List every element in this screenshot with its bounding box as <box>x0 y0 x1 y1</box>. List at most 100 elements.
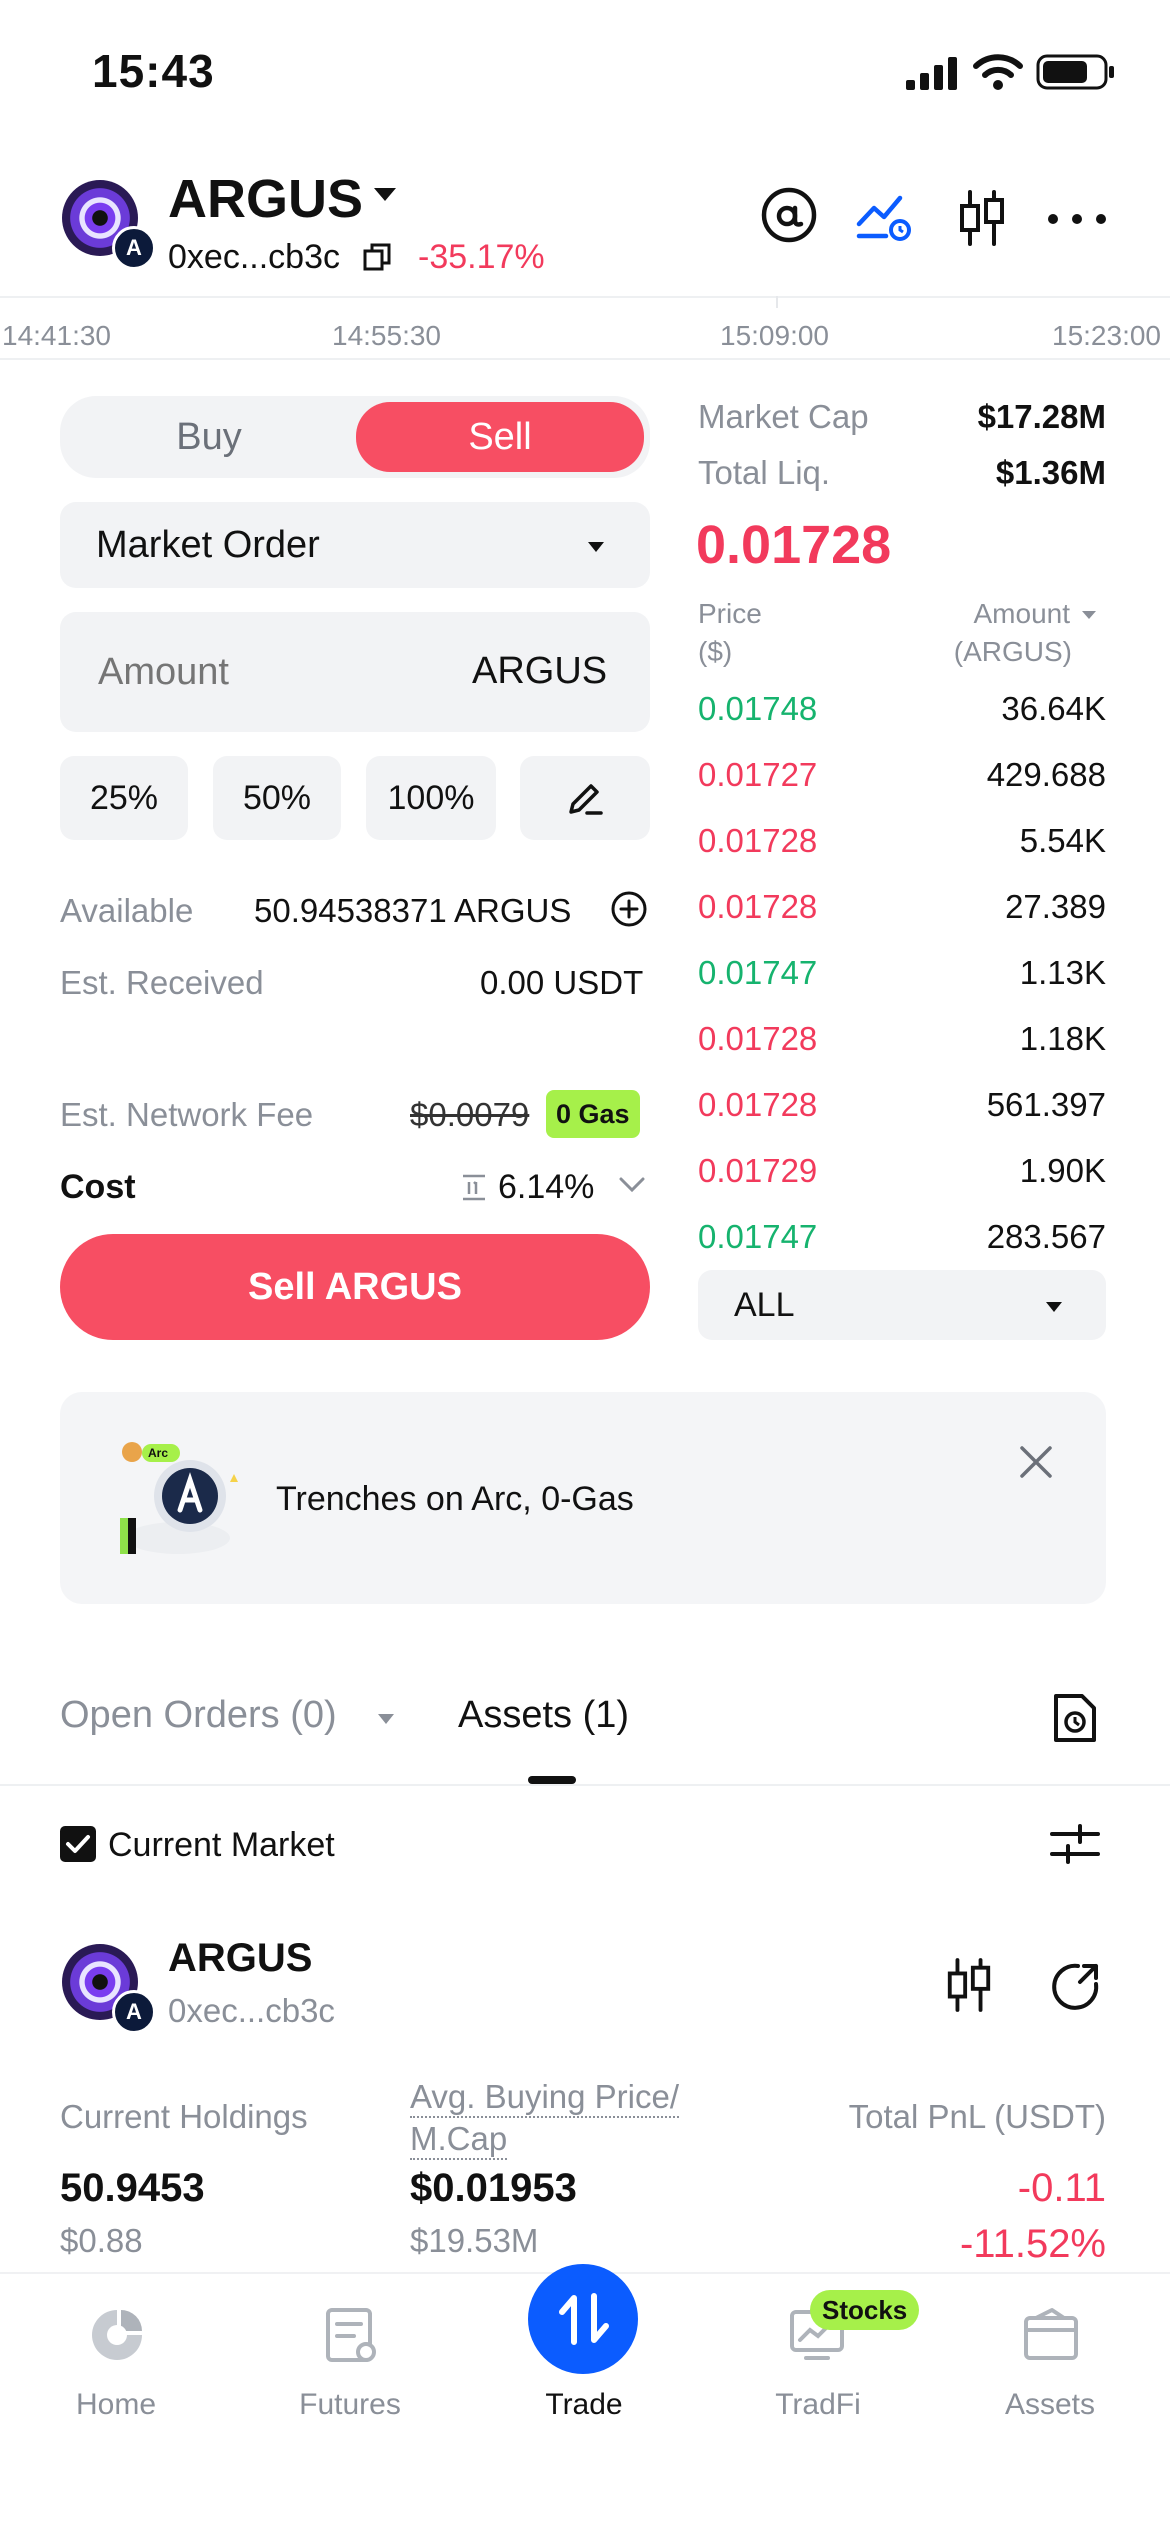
axis-time-1: 14:41:30 <box>2 320 111 351</box>
pnl-pct: -11.52% <box>959 2222 1106 2266</box>
avg-mcap-label[interactable]: M.Cap <box>410 2120 508 2160</box>
filter-settings-icon[interactable] <box>1050 1822 1100 1871</box>
nav-futures[interactable]: Futures <box>270 2298 430 2438</box>
order-book-price[interactable]: 0.01728 <box>698 822 817 860</box>
order-book-price[interactable]: 0.01729 <box>698 1152 817 1190</box>
buy-tab[interactable]: Buy <box>60 396 358 478</box>
amount-input[interactable] <box>96 640 420 704</box>
amount-unit: ARGUS <box>472 650 608 692</box>
order-book-amount: 5.54K <box>1019 822 1106 859</box>
current-market-checkbox[interactable] <box>60 1826 96 1862</box>
total-liq-label: Total Liq. <box>698 454 831 491</box>
order-book-price[interactable]: 0.01747 <box>698 1218 817 1256</box>
battery-icon <box>1036 54 1116 95</box>
token-dropdown-icon[interactable] <box>372 186 398 209</box>
edit-icon <box>569 784 603 815</box>
more-icon[interactable] <box>1046 212 1108 231</box>
amount-header[interactable]: Amount <box>974 598 1071 630</box>
price-change: -35.17% <box>418 238 545 276</box>
market-cap-label: Market Cap <box>698 398 869 435</box>
fee-label: Est. Network Fee <box>60 1096 314 1133</box>
copy-icon[interactable] <box>362 242 392 277</box>
trade-swap-icon <box>559 2293 609 2345</box>
avg-price-label[interactable]: Avg. Buying Price/ <box>410 2078 680 2118</box>
cost-value: 6.14% <box>498 1168 595 1206</box>
assets-wallet-icon <box>1024 2308 1078 2360</box>
promo-illustration <box>118 1438 248 1562</box>
home-icon <box>92 2310 142 2360</box>
order-type-label: Market Order <box>96 524 320 566</box>
asset-address: 0xec...cb3c <box>168 1992 335 2029</box>
holdings-label: Current Holdings <box>60 2098 308 2135</box>
current-price: 0.01728 <box>696 515 892 575</box>
chart-strip <box>0 296 1170 360</box>
chart-line-top <box>776 296 778 308</box>
total-liq-value: $1.36M <box>995 454 1106 491</box>
pct-50-button[interactable]: 50% <box>213 756 341 840</box>
amount-unit-header: (ARGUS) <box>953 636 1072 667</box>
close-banner-icon[interactable] <box>1016 1442 1056 1487</box>
order-book-price[interactable]: 0.01728 <box>698 1020 817 1058</box>
candlestick-icon[interactable] <box>956 188 1008 253</box>
avg-price-value: $0.01953 <box>410 2166 577 2210</box>
share-icon[interactable] <box>1050 1960 1102 2017</box>
promo-text: Trenches on Arc, 0-Gas <box>276 1480 634 1518</box>
order-book-amount: 429.688 <box>986 756 1106 793</box>
nav-home-label: Home <box>75 2388 157 2421</box>
axis-time-2: 14:55:30 <box>332 320 441 351</box>
token-address: 0xec...cb3c <box>168 238 340 276</box>
order-book-amount: 283.567 <box>986 1218 1106 1255</box>
sell-argus-button[interactable]: Sell ARGUS <box>60 1234 650 1340</box>
asset-name[interactable]: ARGUS <box>168 1936 312 1981</box>
price-unit-header: ($) <box>698 636 733 667</box>
chain-badge-icon: A <box>112 226 156 270</box>
nav-assets-label: Assets <box>1004 2388 1096 2421</box>
cost-label: Cost <box>60 1168 136 1206</box>
fee-value: $0.0079 <box>410 1096 530 1133</box>
order-book-amount: 1.90K <box>1019 1152 1106 1189</box>
order-history-icon[interactable] <box>1052 1692 1098 1749</box>
pct-25-button[interactable]: 25% <box>60 756 188 840</box>
pct-100-button[interactable]: 100% <box>366 756 496 840</box>
current-market-label: Current Market <box>108 1826 335 1864</box>
cost-expand-icon[interactable] <box>618 1176 646 1199</box>
add-funds-icon[interactable] <box>610 890 648 933</box>
token-avatar: A <box>62 180 156 270</box>
order-book-price[interactable]: 0.01747 <box>698 954 817 992</box>
tabs-divider <box>0 1784 1170 1786</box>
mention-icon[interactable] <box>760 186 818 249</box>
stocks-badge: Stocks <box>810 2290 920 2330</box>
wifi-icon <box>972 52 1024 97</box>
edit-pct-button[interactable] <box>520 756 650 840</box>
nav-assets[interactable]: Assets <box>970 2298 1130 2438</box>
price-alert-icon[interactable] <box>856 190 914 247</box>
order-book-price[interactable]: 0.01728 <box>698 1086 817 1124</box>
order-book-price[interactable]: 0.01727 <box>698 756 817 794</box>
order-book-filter-caret-icon <box>1044 1300 1064 1319</box>
axis-time-3: 15:09:00 <box>720 320 829 351</box>
available-label: Available <box>60 892 194 929</box>
futures-icon <box>326 2308 376 2362</box>
order-book-amount: 1.13K <box>1019 954 1106 991</box>
tab-assets[interactable]: Assets (1) <box>458 1694 629 1737</box>
tab-open-orders[interactable]: Open Orders (0) <box>60 1694 337 1737</box>
pnl-label: Total PnL (USDT) <box>848 2098 1106 2135</box>
received-label: Est. Received <box>60 964 264 1001</box>
nav-trade-label: Trade <box>545 2388 623 2421</box>
open-orders-caret-icon[interactable] <box>376 1712 396 1731</box>
order-book-amount: 1.18K <box>1019 1020 1106 1057</box>
sell-tab[interactable]: Sell <box>356 402 644 472</box>
order-book-price[interactable]: 0.01748 <box>698 690 817 728</box>
asset-chart-icon[interactable] <box>944 1956 994 2019</box>
order-book-amount: 27.389 <box>1005 888 1106 925</box>
nav-trade[interactable]: Trade <box>504 2262 664 2438</box>
asset-chain-badge-icon: A <box>112 1990 156 2034</box>
pnl-value: -0.11 <box>1017 2166 1106 2210</box>
asset-avatar: A <box>62 1944 156 2034</box>
order-book-filter-label: ALL <box>734 1286 795 1324</box>
order-book-price[interactable]: 0.01728 <box>698 888 817 926</box>
amount-sort-icon[interactable] <box>1080 608 1098 626</box>
nav-home[interactable]: Home <box>36 2298 196 2438</box>
token-name[interactable]: ARGUS <box>168 168 363 230</box>
slippage-icon <box>460 1172 488 1207</box>
